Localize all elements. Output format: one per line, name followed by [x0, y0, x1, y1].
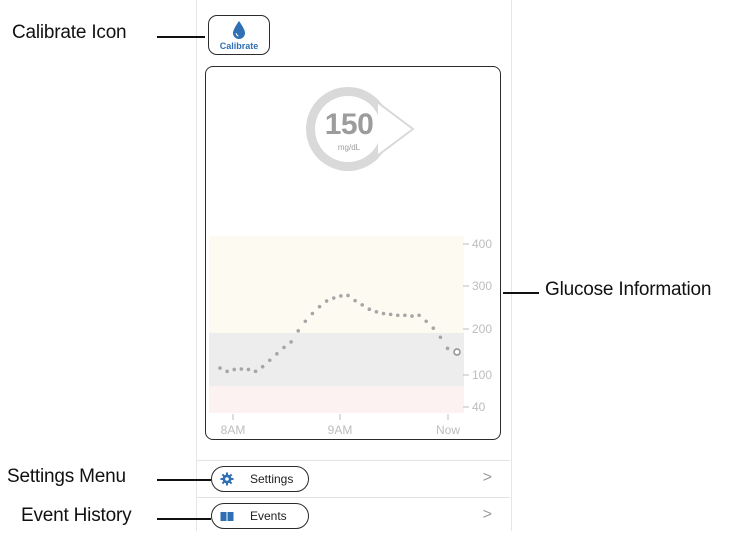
glucose-data-point: [374, 310, 379, 314]
callout-line: [503, 292, 539, 294]
glucose-data-point: [282, 345, 286, 350]
x-tick-label: 8AM: [221, 423, 246, 437]
current-reading-point: [453, 348, 461, 356]
glucose-data-point: [260, 364, 265, 369]
gear-icon: [220, 472, 234, 486]
settings-label: Settings: [250, 472, 294, 486]
y-tick-label: 400: [472, 237, 492, 251]
glucose-data-point: [310, 311, 315, 316]
chevron-right-icon: >: [482, 469, 492, 486]
calibrate-button[interactable]: Calibrate: [208, 15, 270, 55]
callout-glucose-information: Glucose Information: [545, 279, 712, 300]
callout-line: [157, 479, 211, 481]
glucose-data-point: [331, 296, 336, 300]
glucose-data-point: [417, 313, 421, 318]
y-tick-label: 100: [472, 368, 492, 382]
settings-menu-row[interactable]: Settings >: [197, 460, 510, 499]
callout-line: [157, 518, 211, 520]
target-range-zone: [209, 333, 464, 386]
glucose-data-point: [239, 367, 244, 371]
callout-calibrate-icon: Calibrate Icon: [12, 22, 127, 43]
y-tick-label: 40: [472, 400, 486, 414]
glucose-data-point: [360, 303, 364, 307]
glucose-data-point: [267, 358, 272, 363]
events-button[interactable]: Events: [211, 503, 309, 529]
callout-line: [157, 36, 205, 38]
glucose-data-point: [324, 299, 329, 303]
glucose-unit: mg/dL: [337, 143, 361, 152]
glucose-data-point: [410, 314, 414, 318]
glucose-data-point: [367, 307, 372, 312]
glucose-data-point: [431, 326, 436, 330]
glucose-data-point: [289, 340, 293, 344]
glucose-data-point: [296, 329, 301, 333]
x-tick-label: 9AM: [328, 423, 353, 437]
glucose-data-point: [403, 313, 407, 318]
glucose-data-point: [381, 311, 386, 316]
events-label: Events: [250, 509, 287, 523]
book-icon: [220, 512, 234, 521]
callout-event-history: Event History: [21, 505, 132, 526]
glucose-data-point: [225, 369, 229, 374]
glucose-data-point: [395, 313, 400, 318]
glucose-data-point: [317, 304, 322, 309]
glucose-data-point: [246, 367, 251, 372]
glucose-data-point: [232, 367, 237, 372]
glucose-trend-chart: 400 300 200 100 40 8AM 9AM Now: [209, 236, 492, 437]
glucose-data-point: [275, 352, 279, 356]
glucose-data-point: [346, 293, 350, 298]
y-tick-label: 300: [472, 279, 492, 293]
glucose-data-point: [253, 369, 258, 374]
glucose-data-point: [353, 298, 357, 303]
glucose-data-point: [339, 294, 343, 298]
x-tick-label: Now: [436, 423, 460, 437]
low-zone: [209, 386, 464, 413]
glucose-data-point: [424, 319, 428, 324]
settings-button[interactable]: Settings: [211, 466, 309, 492]
callout-settings-menu: Settings Menu: [7, 466, 126, 487]
water-drop-icon: [233, 21, 245, 39]
glucose-data-point: [218, 366, 222, 370]
glucose-value: 150: [324, 108, 374, 141]
glucose-data-point: [445, 346, 450, 351]
calibrate-label: Calibrate: [219, 41, 259, 51]
y-tick-label: 200: [472, 322, 492, 336]
high-zone: [209, 236, 464, 333]
glucose-data-point: [438, 335, 443, 340]
events-menu-row[interactable]: Events >: [197, 497, 510, 536]
chevron-right-icon: >: [482, 506, 492, 523]
glucose-data-point: [388, 312, 393, 317]
glucose-data-point: [303, 319, 308, 324]
